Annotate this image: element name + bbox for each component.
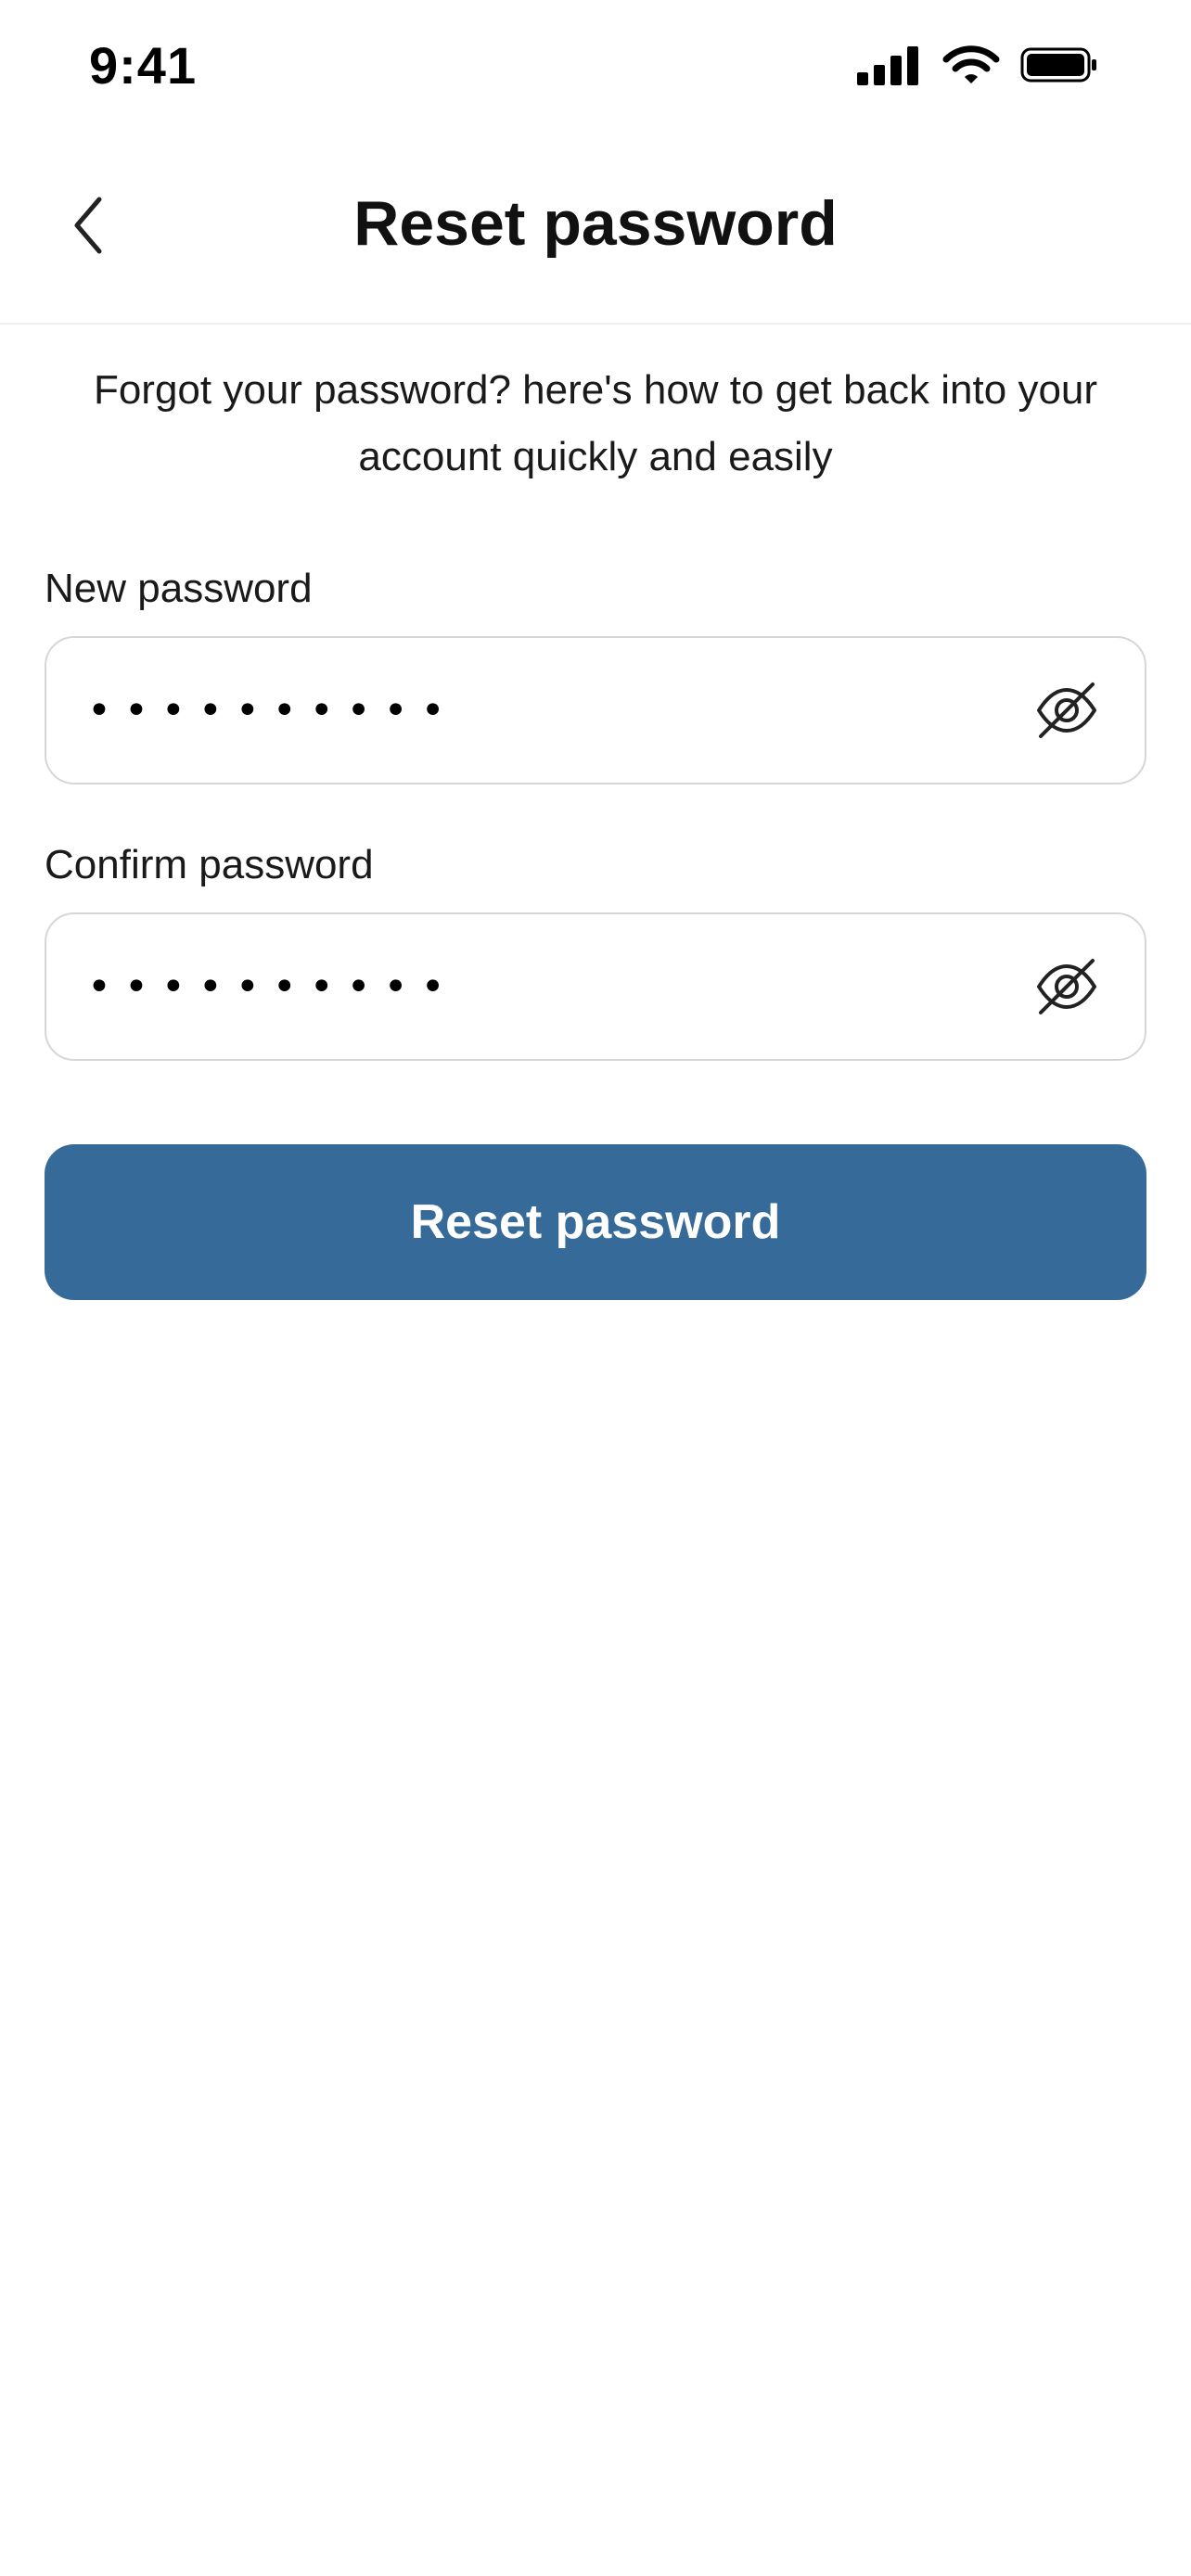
page-title: Reset password [353, 188, 838, 259]
confirm-password-field [45, 912, 1146, 1061]
new-password-input[interactable] [87, 638, 978, 783]
confirm-password-visibility-toggle[interactable] [1033, 953, 1100, 1020]
eye-off-icon [1033, 682, 1100, 747]
eye-off-icon [1033, 959, 1100, 1024]
nav-bar: Reset password [0, 130, 1191, 325]
status-icons [857, 45, 1098, 89]
intro-text: Forgot your password? here's how to get … [93, 367, 1098, 479]
confirm-password-label: Confirm password [45, 842, 374, 887]
status-time: 9:41 [89, 36, 198, 95]
battery-icon [1020, 46, 1098, 88]
cellular-signal-icon [857, 45, 922, 90]
new-password-label: New password [45, 566, 313, 611]
wifi-icon [942, 45, 1000, 90]
new-password-field [45, 636, 1146, 784]
new-password-visibility-toggle[interactable] [1033, 677, 1100, 744]
reset-password-button[interactable]: Reset password [45, 1144, 1146, 1300]
status-bar: 9:41 [0, 0, 1191, 130]
confirm-password-input[interactable] [87, 914, 978, 1059]
